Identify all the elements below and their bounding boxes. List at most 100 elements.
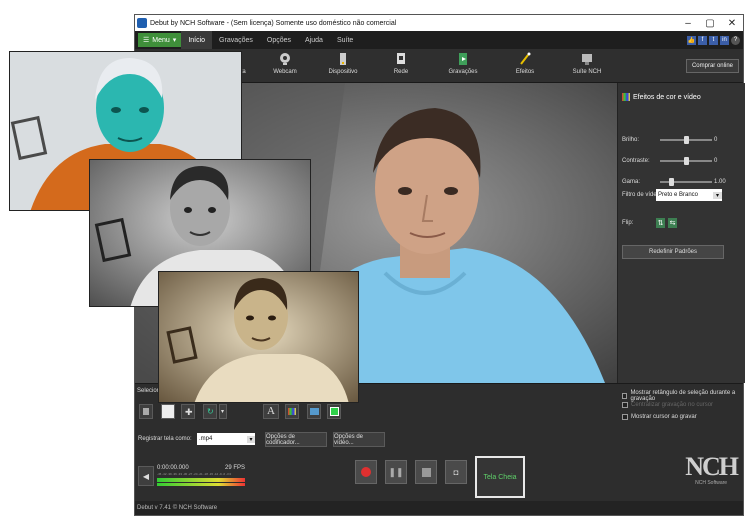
nch-logo-mark: NCH: [685, 452, 739, 481]
nch-logo: NCH NCH Software: [685, 452, 739, 487]
close-button[interactable]: ✕: [721, 18, 743, 29]
gamma-slider[interactable]: [660, 178, 712, 186]
maximize-button[interactable]: ▢: [699, 18, 721, 29]
meter-bar: [157, 478, 245, 482]
show-selection-rect-label: Mostrar retângulo de seleção durante a g…: [630, 390, 736, 402]
window-title: Debut by NCH Software - (Sem licença) So…: [150, 19, 397, 27]
tool-network-label: Rede: [393, 69, 409, 75]
linkedin-icon[interactable]: in: [720, 35, 729, 45]
crosshair-button[interactable]: ✚: [181, 404, 195, 419]
record-as-label: Registrar tela como:: [138, 436, 192, 442]
brightness-label: Brilho:: [622, 137, 640, 143]
green-screen-button[interactable]: [327, 404, 341, 419]
menu-item-gravacoes[interactable]: Gravações: [212, 31, 260, 49]
center-on-cursor-checkbox[interactable]: Centralizar gravação no cursor: [622, 402, 713, 408]
clapperboard-icon: [310, 408, 319, 415]
monitor-icon: [143, 408, 149, 415]
buy-online-button[interactable]: Comprar online: [685, 59, 739, 73]
tool-network[interactable]: Rede: [371, 52, 431, 75]
checkbox-box[interactable]: [622, 402, 628, 408]
tool-recordings[interactable]: Gravações: [433, 52, 493, 75]
checkbox-box[interactable]: [622, 414, 628, 420]
contrast-value: 0: [714, 158, 718, 164]
recordings-icon: [459, 53, 467, 65]
checkbox-box[interactable]: [622, 393, 628, 399]
tool-effects[interactable]: Efeitos: [495, 52, 555, 75]
brightness-thumb[interactable]: [683, 136, 689, 144]
brightness-value: 0: [714, 137, 718, 143]
video-options-button[interactable]: Opções de vídeo...: [333, 432, 385, 447]
effects-panel-header: Efeitos de cor e vídeo: [622, 93, 701, 101]
menu-button[interactable]: ☰ Menu ▾: [138, 33, 182, 47]
snapshot-button[interactable]: ◘: [445, 460, 467, 484]
gamma-value: 1.00: [714, 179, 726, 185]
caret-down-icon: ▾: [172, 37, 177, 44]
flip-vertical-button[interactable]: ⇅: [656, 218, 665, 228]
center-on-cursor-label: Centralizar gravação no cursor: [631, 402, 714, 408]
thumbs-up-icon[interactable]: 👍: [687, 35, 696, 45]
record-dot-icon: [361, 467, 371, 477]
video-effects-button[interactable]: [307, 404, 321, 419]
stop-button[interactable]: [415, 460, 437, 484]
help-icon[interactable]: ?: [731, 35, 740, 45]
screen-region-button[interactable]: [139, 404, 153, 419]
record-button[interactable]: [355, 460, 377, 484]
menu-item-ajuda[interactable]: Ajuda: [298, 31, 330, 49]
show-cursor-label: Mostrar cursor ao gravar: [631, 414, 697, 420]
pause-button[interactable]: ❚❚: [385, 460, 407, 484]
menu-button-label: Menu: [152, 36, 170, 44]
debut-app-icon: [137, 18, 147, 28]
menu-item-inicio[interactable]: Início: [181, 31, 213, 49]
effects-panel-title: Efeitos de cor e vídeo: [633, 93, 701, 101]
brightness-slider[interactable]: [660, 136, 712, 144]
fullscreen-capture-button[interactable]: [161, 404, 175, 419]
output-format-select[interactable]: .mp4 ▾: [197, 433, 255, 445]
show-selection-rect-checkbox[interactable]: Mostrar retângulo de seleção durante a g…: [622, 390, 743, 402]
text-icon: A: [267, 405, 275, 417]
pause-icon: ❚❚: [388, 466, 404, 477]
reset-defaults-button[interactable]: Redefinir Padrões: [622, 245, 724, 259]
menu-bar: ☰ Menu ▾ Início Gravações Opções Ajuda S…: [135, 31, 743, 49]
level-meter: 0:00:00.000 29 FPS -45 -42 -39 -36 -33 -…: [157, 465, 245, 487]
tool-webcam-label: Webcam: [273, 69, 297, 75]
stop-icon: [421, 467, 431, 477]
flip-horizontal-button[interactable]: ⇆: [668, 218, 677, 228]
webcam-icon: [280, 53, 290, 65]
contrast-thumb[interactable]: [683, 157, 689, 165]
text-overlay-button[interactable]: A: [263, 404, 279, 419]
audio-volume-button[interactable]: ◀: [138, 466, 154, 486]
tool-recordings-label: Gravações: [448, 69, 478, 75]
gamma-thumb[interactable]: [669, 178, 675, 186]
fullscreen-button[interactable]: Tela Cheia: [475, 456, 525, 498]
dropdown-arrow-icon: ▾: [713, 191, 722, 199]
facebook-icon[interactable]: f: [698, 35, 707, 45]
color-adjust-button[interactable]: [285, 404, 299, 419]
video-filter-select[interactable]: Preto e Branco ▾: [656, 189, 722, 201]
tool-webcam[interactable]: Webcam: [255, 52, 315, 75]
camera-snapshot-icon: ◘: [453, 467, 459, 477]
contrast-label: Contraste:: [622, 158, 650, 164]
speaker-icon: ◀: [142, 471, 150, 481]
contrast-slider[interactable]: [660, 157, 712, 165]
twitter-icon[interactable]: t: [709, 35, 718, 45]
window-capture-button[interactable]: ↻: [203, 404, 217, 419]
crosshair-icon: ✚: [185, 407, 193, 417]
capture-options-dropdown[interactable]: ▾: [219, 404, 227, 419]
flip-horizontal-icon: ⇆: [669, 220, 676, 227]
tool-device[interactable]: Dispositivo: [313, 52, 373, 75]
flip-label: Flip:: [622, 220, 634, 226]
status-bar: Debut v 7.41 © NCH Software: [135, 501, 743, 515]
title-bar: Debut by NCH Software - (Sem licença) So…: [135, 15, 743, 31]
flip-vertical-icon: ⇅: [657, 220, 664, 227]
minimize-button[interactable]: –: [677, 18, 699, 29]
encoder-options-button[interactable]: Opções de codificador...: [265, 432, 327, 447]
tool-effects-label: Efeitos: [515, 69, 535, 75]
menu-item-suite[interactable]: Suíte: [330, 31, 360, 49]
output-format-value: .mp4: [199, 436, 213, 442]
show-cursor-checkbox[interactable]: Mostrar cursor ao gravar: [622, 414, 697, 420]
tool-nch-suite[interactable]: Suíte NCH: [557, 52, 617, 75]
effects-icon: [520, 52, 531, 65]
device-icon: [340, 53, 346, 65]
sepia-portrait-image: [159, 272, 358, 402]
menu-item-opcoes[interactable]: Opções: [260, 31, 298, 49]
